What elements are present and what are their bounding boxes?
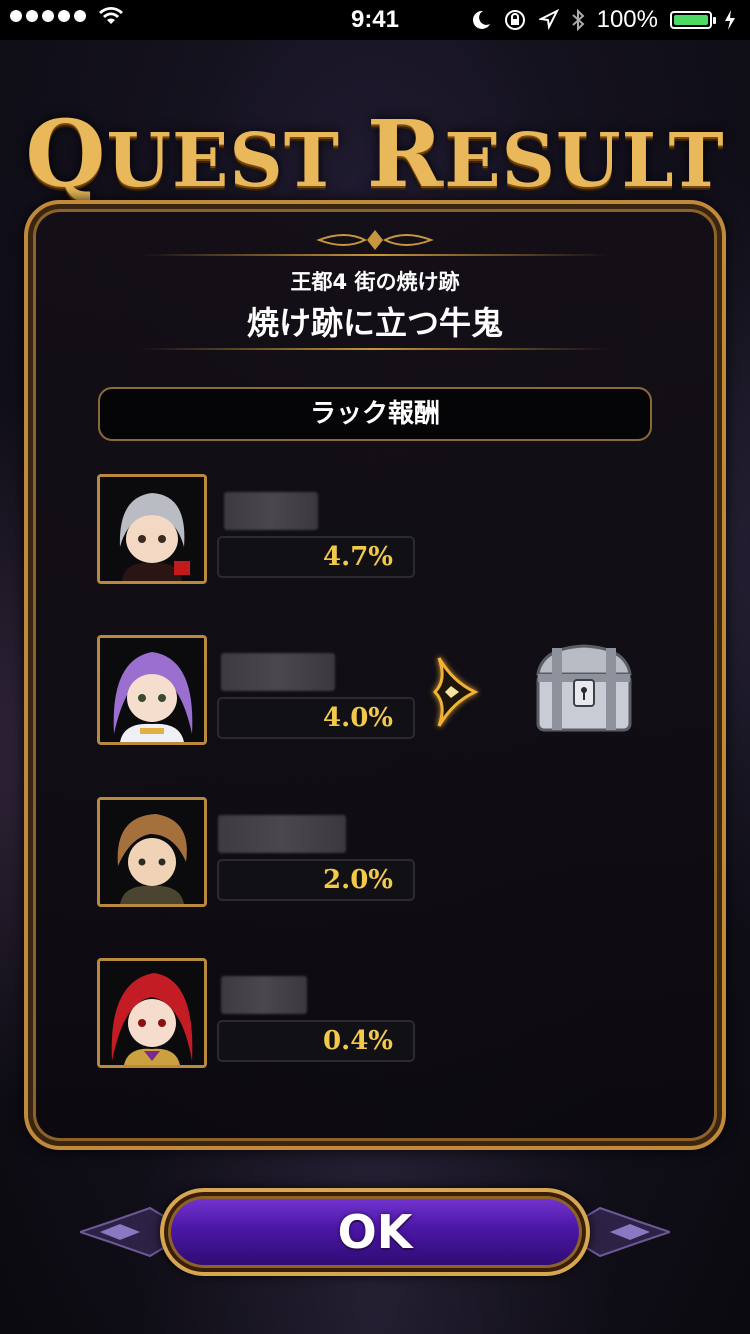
arrow-icon <box>432 657 479 727</box>
crest-ornament-icon <box>316 230 434 250</box>
unit-portrait <box>97 797 207 907</box>
divider <box>140 254 610 256</box>
battery-icon <box>670 11 716 29</box>
party-member-row: 4.7% <box>97 474 417 586</box>
unit-name-redacted <box>221 653 335 691</box>
divider <box>140 348 610 350</box>
luck-rate: 4.7% <box>217 536 415 578</box>
unit-portrait <box>97 958 207 1068</box>
luck-reward-header: ラック報酬 <box>98 387 652 441</box>
unit-name-redacted <box>224 492 318 530</box>
luck-rate: 0.4% <box>217 1020 415 1062</box>
luck-rate: 4.0% <box>217 697 415 739</box>
luck-rate: 2.0% <box>217 859 415 901</box>
battery-percent: 100% <box>596 6 658 33</box>
quest-area: 王都4 街の焼け跡 <box>290 270 460 294</box>
ok-button[interactable]: OK <box>160 1188 590 1276</box>
ok-button-area: OK <box>80 1178 670 1288</box>
unit-name-redacted <box>221 976 307 1014</box>
moon-icon <box>472 10 490 29</box>
party-member-row: 0.4% <box>97 958 417 1070</box>
unit-name-redacted <box>218 815 346 853</box>
bluetooth-icon <box>571 8 585 32</box>
party-member-row: 2.0% <box>97 797 417 909</box>
quest-name: 焼け跡に立つ牛鬼 <box>246 304 503 342</box>
location-icon <box>538 9 559 31</box>
party-member-row: 4.0% <box>97 635 417 747</box>
status-bar: 9:41 100% <box>0 0 750 40</box>
unit-portrait <box>97 474 207 584</box>
silver-treasure-chest-icon <box>536 644 632 732</box>
quest-result-title: QUEST RESULT <box>25 100 725 208</box>
charging-icon <box>725 10 735 30</box>
unit-portrait <box>97 635 207 745</box>
rotation-lock-icon <box>504 10 525 30</box>
